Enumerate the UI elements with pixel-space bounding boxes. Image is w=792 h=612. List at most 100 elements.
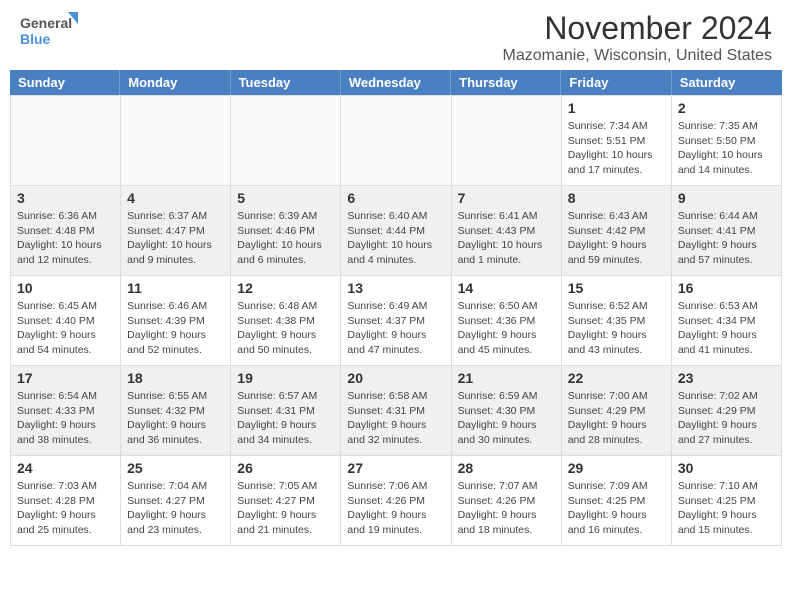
day-info: Sunrise: 6:49 AM Sunset: 4:37 PM Dayligh…	[347, 299, 444, 358]
day-info: Sunrise: 6:57 AM Sunset: 4:31 PM Dayligh…	[237, 389, 334, 448]
day-number: 13	[347, 280, 444, 296]
day-info: Sunrise: 6:46 AM Sunset: 4:39 PM Dayligh…	[127, 299, 224, 358]
logo-svg: General Blue	[20, 10, 80, 50]
day-info: Sunrise: 6:39 AM Sunset: 4:46 PM Dayligh…	[237, 209, 334, 268]
day-info: Sunrise: 7:00 AM Sunset: 4:29 PM Dayligh…	[568, 389, 665, 448]
day-info: Sunrise: 6:40 AM Sunset: 4:44 PM Dayligh…	[347, 209, 444, 268]
day-number: 11	[127, 280, 224, 296]
calendar-cell: 3 Sunrise: 6:36 AM Sunset: 4:48 PM Daylig…	[11, 186, 121, 276]
day-info: Sunrise: 7:04 AM Sunset: 4:27 PM Dayligh…	[127, 479, 224, 538]
day-info: Sunrise: 7:03 AM Sunset: 4:28 PM Dayligh…	[17, 479, 114, 538]
day-number: 23	[678, 370, 775, 386]
calendar-cell: 22 Sunrise: 7:00 AM Sunset: 4:29 PM Dayli…	[562, 366, 672, 456]
day-number: 16	[678, 280, 775, 296]
day-info: Sunrise: 6:36 AM Sunset: 4:48 PM Dayligh…	[17, 209, 114, 268]
day-info: Sunrise: 6:58 AM Sunset: 4:31 PM Dayligh…	[347, 389, 444, 448]
day-info: Sunrise: 7:09 AM Sunset: 4:25 PM Dayligh…	[568, 479, 665, 538]
header-monday: Monday	[120, 70, 230, 95]
calendar-cell: 24 Sunrise: 7:03 AM Sunset: 4:28 PM Dayli…	[11, 456, 121, 546]
calendar-cell: 9 Sunrise: 6:44 AM Sunset: 4:41 PM Daylig…	[672, 186, 782, 276]
svg-text:General: General	[20, 15, 72, 31]
day-info: Sunrise: 6:37 AM Sunset: 4:47 PM Dayligh…	[127, 209, 224, 268]
calendar-cell: 2 Sunrise: 7:35 AM Sunset: 5:50 PM Daylig…	[672, 96, 782, 186]
calendar-cell	[231, 96, 341, 186]
calendar-cell: 7 Sunrise: 6:41 AM Sunset: 4:43 PM Daylig…	[452, 186, 562, 276]
calendar-cell: 6 Sunrise: 6:40 AM Sunset: 4:44 PM Daylig…	[341, 186, 451, 276]
day-info: Sunrise: 6:54 AM Sunset: 4:33 PM Dayligh…	[17, 389, 114, 448]
day-number: 28	[458, 460, 555, 476]
day-number: 15	[568, 280, 665, 296]
day-number: 22	[568, 370, 665, 386]
day-number: 24	[17, 460, 114, 476]
calendar-cell	[452, 96, 562, 186]
day-info: Sunrise: 6:45 AM Sunset: 4:40 PM Dayligh…	[17, 299, 114, 358]
header-thursday: Thursday	[451, 70, 561, 95]
calendar-cell: 25Sunrise: 7:04 AM Sunset: 4:27 PM Dayli…	[121, 456, 231, 546]
day-number: 6	[347, 190, 444, 206]
calendar-cell: 28 Sunrise: 7:07 AM Sunset: 4:26 PM Dayli…	[452, 456, 562, 546]
calendar-cell: 26Sunrise: 7:05 AM Sunset: 4:27 PM Dayli…	[231, 456, 341, 546]
day-info: Sunrise: 7:35 AM Sunset: 5:50 PM Dayligh…	[678, 119, 775, 178]
day-number: 12	[237, 280, 334, 296]
calendar-cell: 27 Sunrise: 7:06 AM Sunset: 4:26 PM Dayli…	[341, 456, 451, 546]
calendar-cell: 29 Sunrise: 7:09 AM Sunset: 4:25 PM Dayli…	[562, 456, 672, 546]
day-info: Sunrise: 6:52 AM Sunset: 4:35 PM Dayligh…	[568, 299, 665, 358]
day-number: 8	[568, 190, 665, 206]
header-wednesday: Wednesday	[341, 70, 451, 95]
day-number: 7	[458, 190, 555, 206]
day-info: Sunrise: 7:10 AM Sunset: 4:25 PM Dayligh…	[678, 479, 775, 538]
day-info: Sunrise: 6:59 AM Sunset: 4:30 PM Dayligh…	[458, 389, 555, 448]
day-number: 30	[678, 460, 775, 476]
day-number: 9	[678, 190, 775, 206]
day-number: 26	[237, 460, 334, 476]
day-number: 3	[17, 190, 114, 206]
calendar-cell: 12 Sunrise: 6:48 AM Sunset: 4:38 PM Dayli…	[231, 276, 341, 366]
calendar-cell: 23Sunrise: 7:02 AM Sunset: 4:29 PM Dayli…	[672, 366, 782, 456]
calendar-cell	[121, 96, 231, 186]
calendar-cell: 14Sunrise: 6:50 AM Sunset: 4:36 PM Dayli…	[452, 276, 562, 366]
calendar-cell: 15 Sunrise: 6:52 AM Sunset: 4:35 PM Dayli…	[562, 276, 672, 366]
calendar-cell: 4Sunrise: 6:37 AM Sunset: 4:47 PM Daylig…	[121, 186, 231, 276]
calendar-cell: 17 Sunrise: 6:54 AM Sunset: 4:33 PM Dayli…	[11, 366, 121, 456]
day-number: 29	[568, 460, 665, 476]
calendar-cell: 8 Sunrise: 6:43 AM Sunset: 4:42 PM Daylig…	[562, 186, 672, 276]
page-container: General Blue November 2024 Mazomanie, Wi…	[0, 0, 792, 546]
svg-text:Blue: Blue	[20, 31, 51, 47]
header-tuesday: Tuesday	[231, 70, 341, 95]
day-info: Sunrise: 6:41 AM Sunset: 4:43 PM Dayligh…	[458, 209, 555, 268]
calendar-cell: 1Sunrise: 7:34 AM Sunset: 5:51 PM Daylig…	[562, 96, 672, 186]
day-number: 14	[458, 280, 555, 296]
header-saturday: Saturday	[672, 70, 782, 95]
calendar-cell: 21 Sunrise: 6:59 AM Sunset: 4:30 PM Dayli…	[452, 366, 562, 456]
calendar-cell	[11, 96, 121, 186]
day-info: Sunrise: 6:44 AM Sunset: 4:41 PM Dayligh…	[678, 209, 775, 268]
day-number: 17	[17, 370, 114, 386]
day-number: 5	[237, 190, 334, 206]
calendar-cell	[341, 96, 451, 186]
day-info: Sunrise: 6:43 AM Sunset: 4:42 PM Dayligh…	[568, 209, 665, 268]
calendar-cell: 10Sunrise: 6:45 AM Sunset: 4:40 PM Dayli…	[11, 276, 121, 366]
calendar-cell: 30 Sunrise: 7:10 AM Sunset: 4:25 PM Dayli…	[672, 456, 782, 546]
subtitle: Mazomanie, Wisconsin, United States	[503, 47, 772, 65]
day-info: Sunrise: 7:07 AM Sunset: 4:26 PM Dayligh…	[458, 479, 555, 538]
header-friday: Friday	[561, 70, 671, 95]
calendar-body: 1Sunrise: 7:34 AM Sunset: 5:51 PM Daylig…	[10, 95, 782, 546]
day-info: Sunrise: 7:06 AM Sunset: 4:26 PM Dayligh…	[347, 479, 444, 538]
day-number: 19	[237, 370, 334, 386]
calendar-cell: 11 Sunrise: 6:46 AM Sunset: 4:39 PM Dayli…	[121, 276, 231, 366]
header-sunday: Sunday	[10, 70, 120, 95]
page-header: General Blue November 2024 Mazomanie, Wi…	[0, 0, 792, 70]
calendar-header: Sunday Monday Tuesday Wednesday Thursday…	[10, 70, 782, 95]
calendar-cell: 5 Sunrise: 6:39 AM Sunset: 4:46 PM Daylig…	[231, 186, 341, 276]
day-number: 20	[347, 370, 444, 386]
calendar-cell: 16Sunrise: 6:53 AM Sunset: 4:34 PM Dayli…	[672, 276, 782, 366]
title-area: November 2024 Mazomanie, Wisconsin, Unit…	[503, 10, 772, 65]
calendar: Sunday Monday Tuesday Wednesday Thursday…	[10, 70, 782, 546]
day-number: 27	[347, 460, 444, 476]
day-number: 1	[568, 100, 665, 116]
day-info: Sunrise: 6:55 AM Sunset: 4:32 PM Dayligh…	[127, 389, 224, 448]
day-info: Sunrise: 6:48 AM Sunset: 4:38 PM Dayligh…	[237, 299, 334, 358]
day-number: 21	[458, 370, 555, 386]
day-number: 2	[678, 100, 775, 116]
calendar-cell: 13 Sunrise: 6:49 AM Sunset: 4:37 PM Dayli…	[341, 276, 451, 366]
